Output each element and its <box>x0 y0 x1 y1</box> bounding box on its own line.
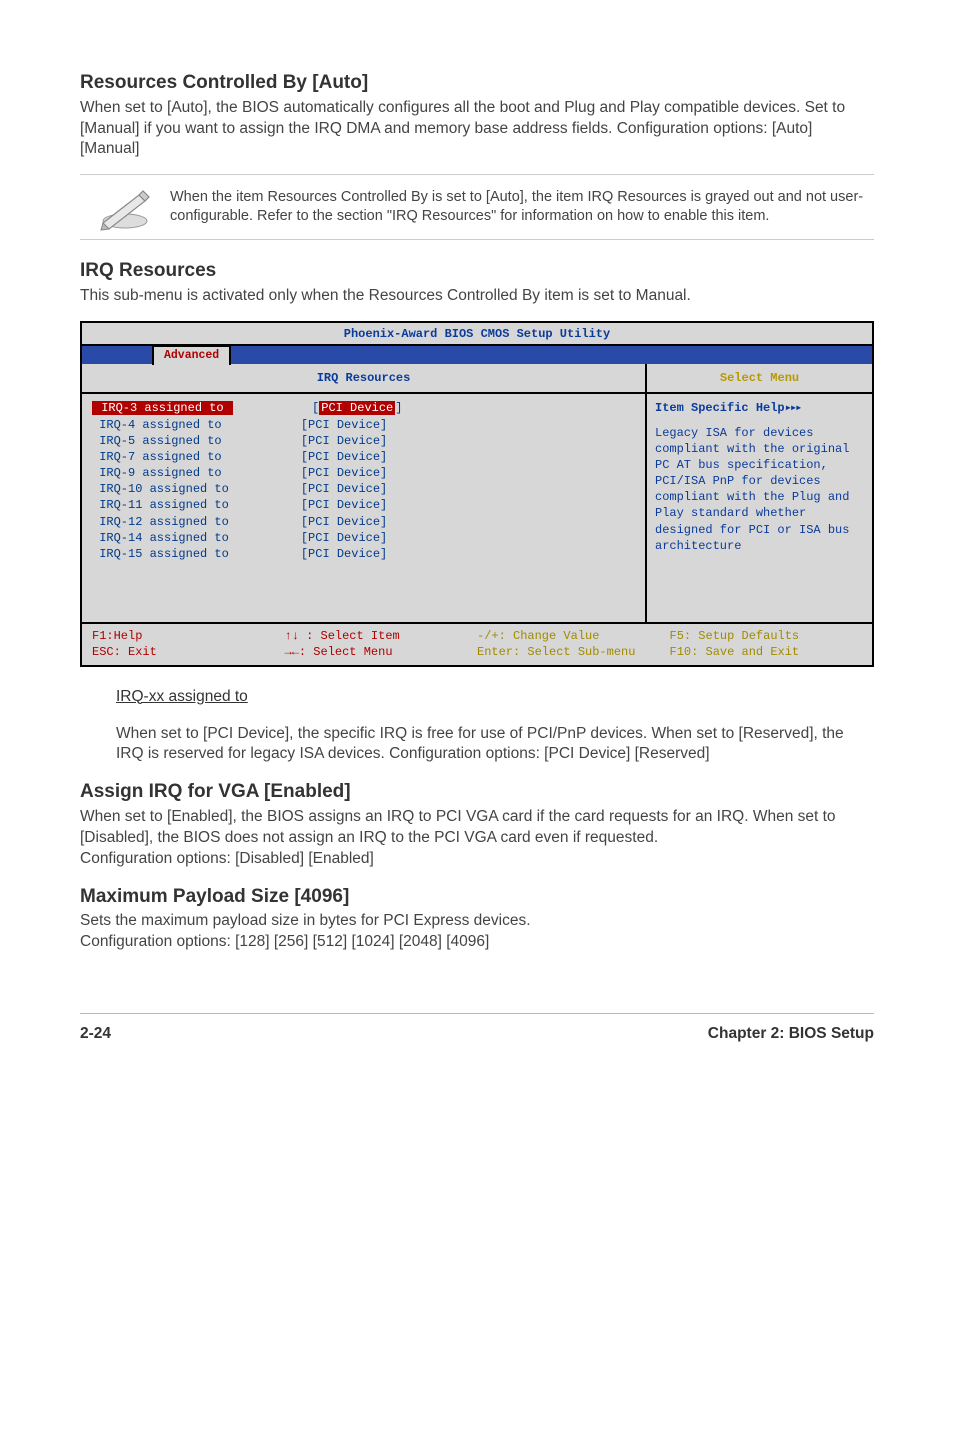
body-rcb: When set to [Auto], the BIOS automatical… <box>80 98 874 161</box>
bios-tab-row: Advanced <box>82 346 872 364</box>
footer-nav2: →←: Select Menu <box>285 644 478 660</box>
bios-row[interactable]: IRQ-9 assigned to [PCI Device] <box>92 465 635 481</box>
footer-f10: F10: Save and Exit <box>670 644 863 660</box>
bios-title: Phoenix-Award BIOS CMOS Setup Utility <box>82 323 872 346</box>
page-footer: 2-24 Chapter 2: BIOS Setup <box>80 1013 874 1045</box>
bios-help-title: Item Specific Help▸▸▸ <box>655 400 864 416</box>
body-irqres: This sub-menu is activated only when the… <box>80 286 874 307</box>
footer-f5: F5: Setup Defaults <box>670 628 863 644</box>
bios-row[interactable]: IRQ-3 assigned to [PCI Device] <box>92 400 635 416</box>
heading-assignvga: Assign IRQ for VGA [Enabled] <box>80 779 874 805</box>
heading-irqres: IRQ Resources <box>80 258 874 284</box>
bios-panel-title: IRQ Resources <box>82 364 645 394</box>
footer-enter: Enter: Select Sub-menu <box>477 644 670 660</box>
bios-row[interactable]: IRQ-14 assigned to [PCI Device] <box>92 530 635 546</box>
bios-rows: IRQ-3 assigned to [PCI Device] IRQ-4 ass… <box>82 394 645 622</box>
pencil-note-icon <box>80 183 170 231</box>
triangle-right-icon: ▸▸▸ <box>785 401 801 415</box>
footer-nav1: ↑↓ : Select Item <box>285 628 478 644</box>
footer-f1: F1:Help <box>92 628 285 644</box>
heading-rcb: Resources Controlled By [Auto] <box>80 70 874 96</box>
bios-help-body: Legacy ISA for devices compliant with th… <box>655 425 864 555</box>
bios-row[interactable]: IRQ-7 assigned to [PCI Device] <box>92 449 635 465</box>
footer-esc: ESC: Exit <box>92 644 285 660</box>
page-number: 2-24 <box>80 1024 111 1045</box>
footer-change: -/+: Change Value <box>477 628 670 644</box>
bios-right-title: Select Menu <box>647 364 872 394</box>
bios-row[interactable]: IRQ-15 assigned to [PCI Device] <box>92 546 635 562</box>
body-assignvga: When set to [Enabled], the BIOS assigns … <box>80 807 874 870</box>
bios-row[interactable]: IRQ-4 assigned to [PCI Device] <box>92 417 635 433</box>
bios-row[interactable]: IRQ-5 assigned to [PCI Device] <box>92 433 635 449</box>
note-row: When the item Resources Controlled By is… <box>80 174 874 240</box>
bios-screenshot: Phoenix-Award BIOS CMOS Setup Utility Ad… <box>80 321 874 667</box>
bios-footer: F1:Help ↑↓ : Select Item -/+: Change Val… <box>82 622 872 664</box>
body-irqxx: When set to [PCI Device], the specific I… <box>116 724 874 766</box>
chapter-label: Chapter 2: BIOS Setup <box>708 1024 874 1045</box>
heading-maxpayload: Maximum Payload Size [4096] <box>80 884 874 910</box>
bios-row[interactable]: IRQ-12 assigned to [PCI Device] <box>92 514 635 530</box>
body-maxpayload: Sets the maximum payload size in bytes f… <box>80 911 874 953</box>
bios-row[interactable]: IRQ-10 assigned to [PCI Device] <box>92 481 635 497</box>
bios-row[interactable]: IRQ-11 assigned to [PCI Device] <box>92 497 635 513</box>
heading-irqxx: IRQ-xx assigned to <box>116 687 248 708</box>
note-text: When the item Resources Controlled By is… <box>170 188 874 227</box>
tab-advanced[interactable]: Advanced <box>152 345 231 365</box>
